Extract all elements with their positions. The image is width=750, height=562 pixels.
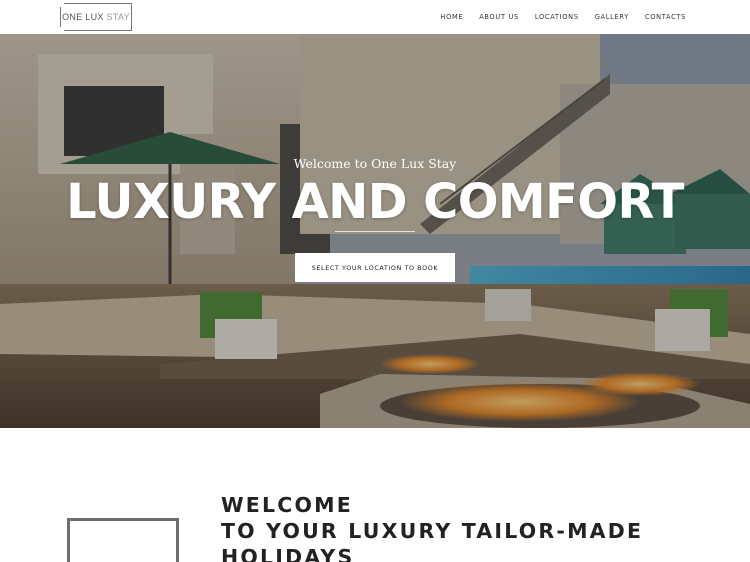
- hero-section: Welcome to One Lux Stay LUXURY AND COMFO…: [0, 34, 750, 428]
- site-logo[interactable]: ONE LUX STAY: [60, 3, 132, 31]
- logo-text-light: STAY: [106, 12, 130, 22]
- nav-locations[interactable]: LOCATIONS: [535, 13, 579, 21]
- welcome-line-1: WELCOME: [221, 493, 353, 517]
- welcome-frame-decoration: [67, 518, 179, 562]
- nav-about-us[interactable]: ABOUT US: [479, 13, 519, 21]
- nav-home[interactable]: HOME: [440, 13, 463, 21]
- logo-text-main: ONE LUX: [62, 12, 104, 22]
- welcome-heading: WELCOME TO YOUR LUXURY TAILOR-MADE HOLID…: [221, 492, 643, 562]
- hero-divider: [335, 231, 415, 232]
- select-location-button[interactable]: SELECT YOUR LOCATION TO BOOK: [295, 253, 455, 282]
- hero-eyebrow: Welcome to One Lux Stay: [293, 156, 457, 171]
- welcome-line-2: TO YOUR LUXURY TAILOR-MADE: [221, 519, 644, 543]
- nav-contacts[interactable]: CONTACTS: [645, 13, 686, 21]
- welcome-line-3: HOLIDAYS: [221, 545, 355, 562]
- site-header: ONE LUX STAY HOME ABOUT US LOCATIONS GAL…: [0, 0, 750, 34]
- main-nav: HOME ABOUT US LOCATIONS GALLERY CONTACTS: [440, 0, 686, 34]
- hero-title: LUXURY AND COMFORT: [66, 174, 684, 230]
- logo-text: ONE LUX STAY: [60, 3, 132, 31]
- nav-gallery[interactable]: GALLERY: [595, 13, 629, 21]
